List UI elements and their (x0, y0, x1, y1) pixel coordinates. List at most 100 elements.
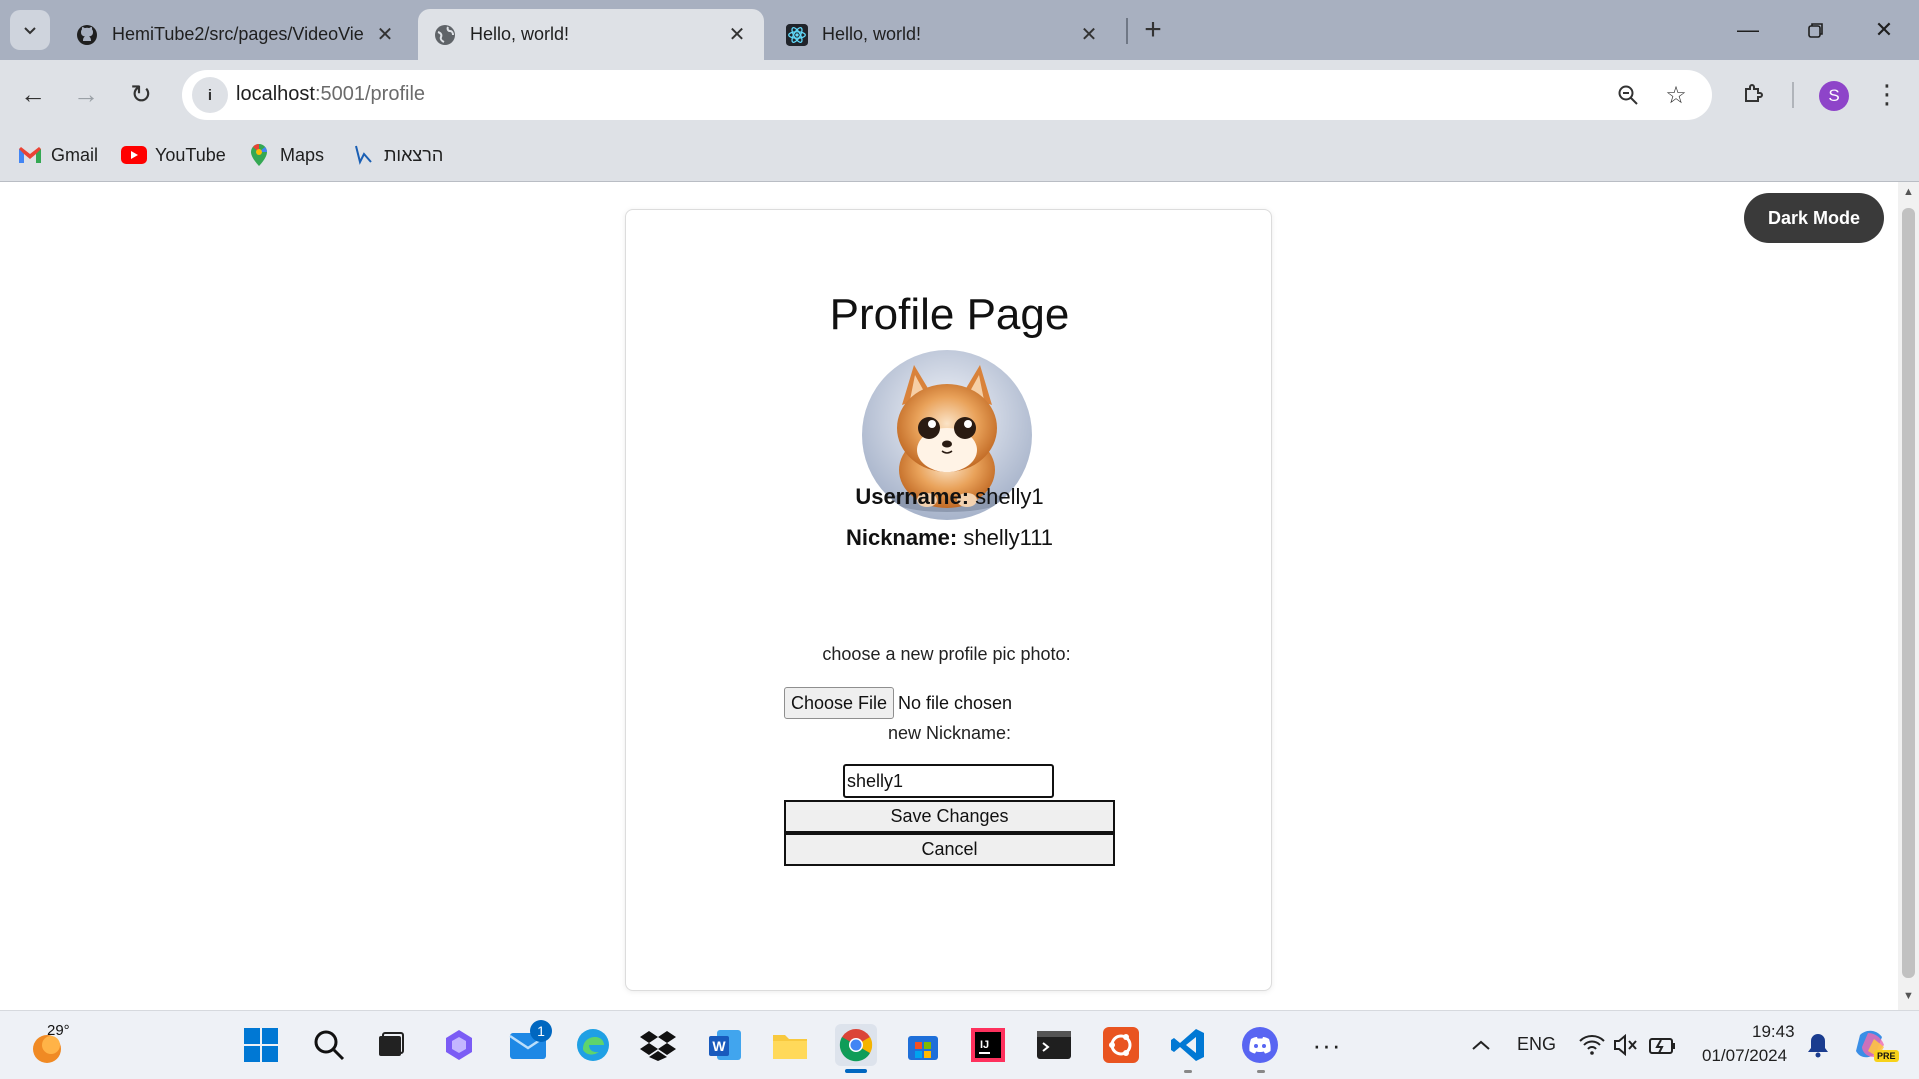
tab-github[interactable]: HemiTube2/src/pages/VideoVie ✕ (60, 9, 412, 60)
minimize-button[interactable]: — (1718, 8, 1778, 52)
bookmark-label: Maps (280, 144, 325, 165)
save-changes-button[interactable]: Save Changes (784, 800, 1115, 833)
new-nickname-input[interactable] (843, 764, 1054, 798)
new-tab-button[interactable]: + (1135, 12, 1171, 48)
chrome-icon[interactable] (835, 1024, 877, 1066)
tab-separator (1126, 18, 1128, 44)
discord-running-indicator (1257, 1070, 1265, 1073)
word-icon[interactable]: W (704, 1024, 746, 1066)
bookmarks-bar: Gmail YouTube Maps הרצאות (0, 130, 1919, 182)
bookmark-youtube[interactable]: YouTube (121, 140, 226, 170)
browser-toolbar: ← → ↻ i localhost:5001/profile ☆ S ⋮ (0, 60, 1919, 130)
tab-strip: HemiTube2/src/pages/VideoVie ✕ Hello, wo… (0, 0, 1919, 60)
tab-title: HemiTube2/src/pages/VideoVie (112, 24, 364, 44)
scroll-down-icon[interactable]: ▼ (1903, 990, 1914, 1002)
restore-icon (1808, 23, 1823, 38)
back-button[interactable]: ← (13, 74, 53, 114)
youtube-icon (121, 144, 147, 166)
profile-avatar[interactable]: S (1819, 81, 1849, 111)
scroll-up-icon[interactable]: ▲ (1903, 186, 1914, 198)
url-path: :5001/profile (314, 83, 426, 105)
volume-muted-icon[interactable] (1605, 1024, 1647, 1066)
nickname-line: Nickname: shelly111 (626, 525, 1273, 551)
choose-file-button[interactable]: Choose File (784, 687, 894, 719)
tab-hello-world-active[interactable]: Hello, world! ✕ (418, 9, 764, 60)
react-icon (786, 23, 808, 46)
choose-pic-label: choose a new profile pic photo: (822, 644, 1071, 664)
language-indicator[interactable]: ENG (1517, 1034, 1556, 1055)
bookmark-star-icon[interactable]: ☆ (1660, 79, 1692, 111)
menu-button[interactable]: ⋮ (1867, 74, 1907, 114)
chevron-up-icon[interactable] (1460, 1024, 1502, 1066)
close-icon[interactable]: ✕ (1078, 22, 1100, 47)
puzzle-icon (1745, 84, 1763, 102)
chevron-down-icon (24, 27, 36, 35)
cancel-button[interactable]: Cancel (784, 833, 1115, 866)
vscode-icon[interactable] (1167, 1024, 1209, 1066)
ubuntu-icon[interactable] (1100, 1024, 1142, 1066)
bookmark-label: Gmail (51, 144, 99, 165)
discord-icon[interactable] (1239, 1024, 1281, 1066)
gmail-icon (17, 144, 43, 166)
url-text[interactable]: localhost:5001/profile (236, 83, 425, 106)
close-icon[interactable]: ✕ (726, 22, 748, 47)
edge-icon[interactable] (572, 1024, 614, 1066)
more-vertical-icon: ⋮ (1874, 78, 1900, 109)
task-view-icon[interactable] (370, 1024, 412, 1066)
svg-text:IJ: IJ (980, 1039, 989, 1051)
dark-mode-button[interactable]: Dark Mode (1744, 193, 1884, 243)
tab-search-button[interactable] (10, 10, 50, 50)
battery-icon[interactable] (1642, 1024, 1684, 1066)
page-title: Profile Page (829, 290, 1070, 339)
intellij-icon[interactable]: IJ (967, 1024, 1009, 1066)
url-host: localhost (236, 83, 315, 105)
file-explorer-icon[interactable] (769, 1024, 811, 1066)
dropbox-icon[interactable] (637, 1024, 679, 1066)
bookmark-gmail[interactable]: Gmail (17, 140, 98, 170)
forward-button[interactable]: → (66, 74, 106, 114)
tab-title: Hello, world! (470, 24, 570, 44)
notification-bell-icon[interactable] (1797, 1024, 1839, 1066)
site-info-icon[interactable]: i (192, 77, 228, 113)
close-icon: ✕ (1874, 17, 1894, 42)
address-bar[interactable]: i localhost:5001/profile ☆ (182, 70, 1712, 120)
search-icon[interactable] (308, 1024, 350, 1066)
username-value: shelly1 (975, 484, 1044, 509)
more-apps-icon[interactable]: ··· (1306, 1024, 1348, 1066)
username-label: Username: (855, 484, 970, 509)
maps-icon (246, 144, 272, 166)
tab-title: Hello, world! (822, 24, 922, 44)
bookmark-label: YouTube (155, 144, 226, 165)
clock-time[interactable]: 19:43 (1752, 1022, 1795, 1042)
close-icon[interactable]: ✕ (374, 22, 396, 47)
copilot-icon[interactable] (438, 1024, 480, 1066)
vscode-running-indicator (1184, 1070, 1192, 1073)
file-status: No file chosen (898, 693, 1013, 713)
nickname-value: shelly111 (963, 525, 1054, 550)
scrollbar-thumb[interactable] (1902, 208, 1915, 978)
store-icon[interactable] (902, 1024, 944, 1066)
close-window-button[interactable]: ✕ (1854, 8, 1914, 52)
lecture-icon (350, 144, 376, 166)
zoom-icon[interactable] (1612, 79, 1644, 111)
toolbar-divider (1792, 82, 1794, 108)
arrow-right-icon: → (73, 78, 99, 109)
arrow-left-icon: ← (20, 78, 46, 109)
bookmark-lectures[interactable]: הרצאות (350, 140, 443, 170)
windows-start-icon[interactable] (240, 1024, 282, 1066)
svg-text:W: W (712, 1038, 726, 1054)
bookmark-maps[interactable]: Maps (246, 140, 324, 170)
restore-button[interactable] (1786, 8, 1846, 52)
browser-chrome: HemiTube2/src/pages/VideoVie ✕ Hello, wo… (0, 0, 1919, 182)
clock-date[interactable]: 01/07/2024 (1702, 1046, 1787, 1066)
new-nickname-label: new Nickname: (887, 723, 1012, 743)
mail-badge: 1 (530, 1020, 552, 1042)
vertical-scrollbar[interactable]: ▲ ▼ (1898, 182, 1919, 1010)
github-icon (76, 24, 98, 46)
reload-button[interactable]: ↻ (121, 74, 161, 114)
username-line: Username: shelly1 (626, 484, 1273, 510)
globe-icon (434, 24, 456, 46)
terminal-icon[interactable] (1033, 1024, 1075, 1066)
extensions-button[interactable] (1733, 74, 1773, 114)
tab-hello-world-react[interactable]: Hello, world! ✕ (770, 9, 1116, 60)
